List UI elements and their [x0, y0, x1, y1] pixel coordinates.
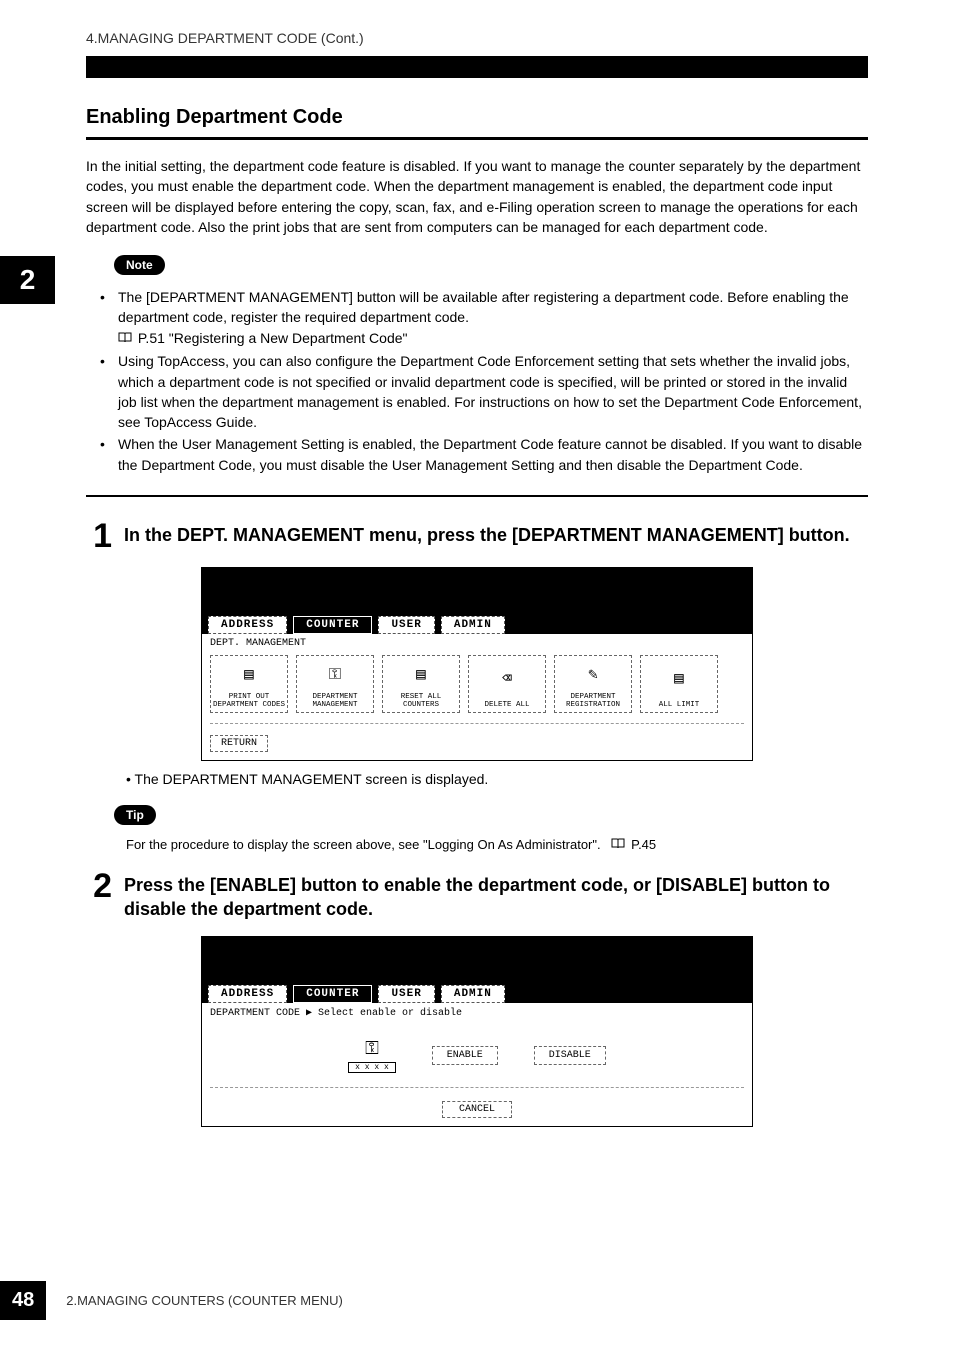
note-item: Using TopAccess, you can also configure …: [100, 351, 868, 432]
step-instruction: In the DEPT. MANAGEMENT menu, press the …: [124, 519, 850, 547]
tip-badge: Tip: [114, 805, 156, 825]
step-1: 1 In the DEPT. MANAGEMENT menu, press th…: [86, 519, 868, 553]
section-title: Enabling Department Code: [86, 106, 868, 129]
note-text: Using TopAccess, you can also configure …: [118, 353, 862, 430]
tab-counter[interactable]: COUNTER: [293, 616, 372, 634]
tab-user[interactable]: USER: [378, 985, 434, 1003]
note-list: The [DEPARTMENT MANAGEMENT] button will …: [86, 287, 868, 475]
register-icon: ✎: [588, 659, 598, 693]
cancel-button[interactable]: CANCEL: [442, 1101, 512, 1118]
cross-reference: P.51 "Registering a New Department Code": [138, 330, 408, 346]
tab-address[interactable]: ADDRESS: [208, 616, 287, 634]
tab-counter[interactable]: COUNTER: [293, 985, 372, 1003]
limit-icon: ▤: [674, 659, 684, 701]
book-icon: [118, 329, 134, 349]
delete-all-button[interactable]: ⌫DELETE ALL: [468, 655, 546, 713]
print-out-dept-codes-button[interactable]: ▤PRINT OUT DEPARTMENT CODES: [210, 655, 288, 713]
department-registration-button[interactable]: ✎DEPARTMENT REGISTRATION: [554, 655, 632, 713]
delete-icon: ⌫: [502, 659, 512, 701]
department-management-button[interactable]: ⚿DEPARTMENT MANAGEMENT: [296, 655, 374, 713]
disable-button[interactable]: DISABLE: [534, 1046, 606, 1065]
note-item: The [DEPARTMENT MANAGEMENT] button will …: [100, 287, 868, 349]
key-icon: ⚿: [329, 659, 341, 693]
tab-admin[interactable]: ADMIN: [441, 985, 505, 1003]
return-button[interactable]: RETURN: [210, 735, 268, 752]
enable-button[interactable]: ENABLE: [432, 1046, 498, 1065]
separator-rule: [86, 495, 868, 497]
header-black-bar: [86, 56, 868, 78]
footer-label: 2.MANAGING COUNTERS (COUNTER MENU): [66, 1293, 343, 1308]
intro-paragraph: In the initial setting, the department c…: [86, 156, 868, 237]
page-number: 48: [0, 1281, 46, 1320]
tab-address[interactable]: ADDRESS: [208, 985, 287, 1003]
step-instruction: Press the [ENABLE] button to enable the …: [124, 869, 868, 922]
key-icon: ⚿: [365, 1039, 379, 1060]
tip-text: For the procedure to display the screen …: [86, 837, 868, 853]
screen-subtitle: DEPARTMENT CODE ▶ Select enable or disab…: [210, 1007, 744, 1019]
printout-icon: ▤: [244, 659, 254, 693]
step-number: 1: [86, 519, 112, 553]
book-icon: [611, 838, 627, 853]
note-text: The [DEPARTMENT MANAGEMENT] button will …: [118, 289, 849, 325]
step-1-result: The DEPARTMENT MANAGEMENT screen is disp…: [86, 771, 868, 787]
tab-admin[interactable]: ADMIN: [441, 616, 505, 634]
cross-reference: P.45: [631, 837, 656, 852]
step-number: 2: [86, 869, 112, 903]
title-rule: [86, 137, 868, 140]
note-text: When the User Management Setting is enab…: [118, 436, 862, 472]
key-graphic: ⚿ x x x x: [348, 1039, 396, 1073]
page-footer: 48 2.MANAGING COUNTERS (COUNTER MENU): [0, 1281, 343, 1320]
device-screenshot-1: ADDRESS COUNTER USER ADMIN DEPT. MANAGEM…: [201, 567, 753, 761]
note-badge: Note: [114, 255, 165, 275]
screen-subtitle: DEPT. MANAGEMENT: [210, 638, 744, 649]
tab-user[interactable]: USER: [378, 616, 434, 634]
running-header: 4.MANAGING DEPARTMENT CODE (Cont.): [86, 30, 868, 46]
note-item: When the User Management Setting is enab…: [100, 434, 868, 475]
reset-icon: ▤: [416, 659, 426, 693]
chapter-tab: 2: [0, 256, 55, 304]
all-limit-button[interactable]: ▤ALL LIMIT: [640, 655, 718, 713]
step-2: 2 Press the [ENABLE] button to enable th…: [86, 869, 868, 922]
reset-all-counters-button[interactable]: ▤RESET ALL COUNTERS: [382, 655, 460, 713]
device-screenshot-2: ADDRESS COUNTER USER ADMIN DEPARTMENT CO…: [201, 936, 753, 1127]
